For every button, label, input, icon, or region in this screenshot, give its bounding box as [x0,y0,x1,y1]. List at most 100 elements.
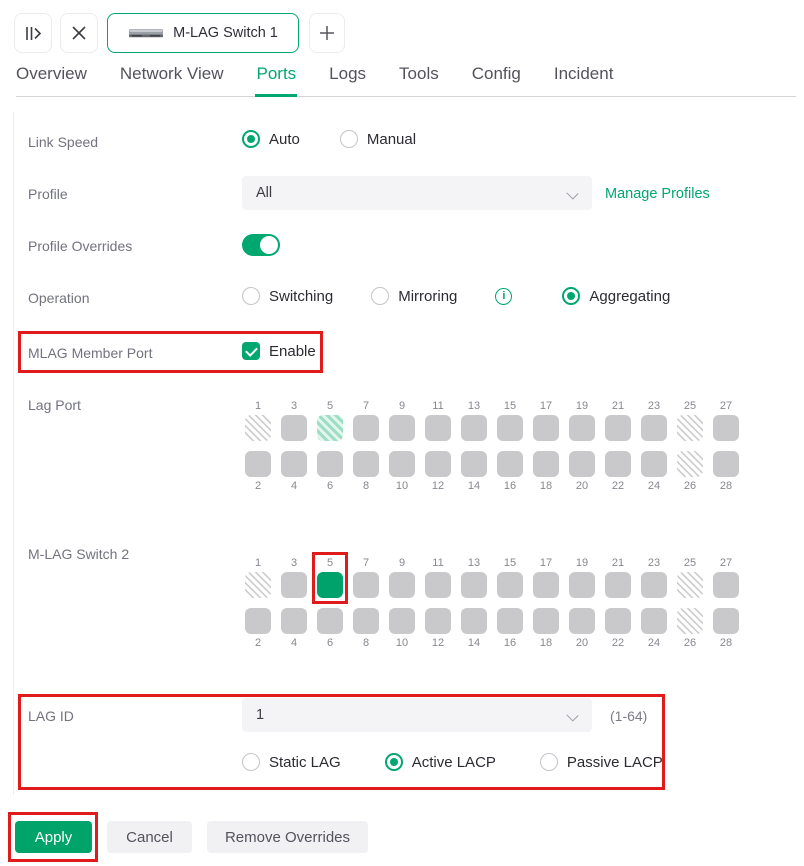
port-cell-3[interactable] [281,415,307,441]
port-cell-21[interactable] [605,415,631,441]
lag-id-select[interactable]: 1 [242,698,592,732]
port-cell-25[interactable] [677,415,703,441]
port-cell-27[interactable] [713,572,739,598]
radio-active-lacp[interactable]: Active LACP [385,753,496,771]
port-cell-5[interactable] [317,415,343,441]
radio-static-lag[interactable]: Static LAG [242,753,341,771]
device-tab[interactable]: M-LAG Switch 1 [107,13,299,53]
port-column: 78 [353,400,379,492]
mlag-enable-checkbox-option[interactable]: Enable [242,342,316,360]
collapse-sidebar-button[interactable] [14,13,52,53]
port-cell-10[interactable] [389,451,415,477]
port-cell-1[interactable] [245,572,271,598]
port-number-label: 5 [327,400,333,412]
port-cell-18[interactable] [533,451,559,477]
port-cell-22[interactable] [605,451,631,477]
port-cell-28[interactable] [713,451,739,477]
close-tab-button[interactable] [60,13,98,53]
port-cell-9[interactable] [389,572,415,598]
port-number-label: 26 [684,480,696,492]
port-number-label: 2 [255,480,261,492]
port-cell-23[interactable] [641,572,667,598]
tab-tools[interactable]: Tools [399,64,439,84]
port-cell-14[interactable] [461,451,487,477]
port-cell-10[interactable] [389,608,415,634]
port-cell-18[interactable] [533,608,559,634]
profile-overrides-toggle[interactable] [242,234,280,256]
port-cell-15[interactable] [497,572,523,598]
radio-auto[interactable]: Auto [242,130,300,148]
port-cell-20[interactable] [569,608,595,634]
port-cell-4[interactable] [281,451,307,477]
port-cell-22[interactable] [605,608,631,634]
port-cell-8[interactable] [353,451,379,477]
port-cell-2[interactable] [245,451,271,477]
port-cell-11[interactable] [425,415,451,441]
port-cell-17[interactable] [533,415,559,441]
port-cell-12[interactable] [425,608,451,634]
port-cell-2[interactable] [245,608,271,634]
port-cell-25[interactable] [677,572,703,598]
port-cell-26[interactable] [677,451,703,477]
port-cell-3[interactable] [281,572,307,598]
port-cell-19[interactable] [569,572,595,598]
port-cell-6[interactable] [317,451,343,477]
port-cell-23[interactable] [641,415,667,441]
port-cell-8[interactable] [353,608,379,634]
port-cell-7[interactable] [353,572,379,598]
remove-overrides-button[interactable]: Remove Overrides [207,821,368,853]
sidebar-collapse-icon [25,26,42,41]
tab-ports[interactable]: Ports [256,64,296,84]
operation-label: Operation [28,290,89,306]
radio-static-lag-label: Static LAG [269,754,341,771]
radio-passive-lacp[interactable]: Passive LACP [540,753,663,771]
port-cell-17[interactable] [533,572,559,598]
apply-button[interactable]: Apply [15,821,92,853]
port-cell-26[interactable] [677,608,703,634]
port-cell-24[interactable] [641,608,667,634]
port-cell-12[interactable] [425,451,451,477]
add-tab-button[interactable] [309,13,345,53]
port-cell-21[interactable] [605,572,631,598]
port-cell-28[interactable] [713,608,739,634]
profile-select[interactable]: All [242,176,592,210]
port-cell-11[interactable] [425,572,451,598]
tab-network-view[interactable]: Network View [120,64,224,84]
lag-id-label: LAG ID [28,708,74,724]
port-cell-19[interactable] [569,415,595,441]
mlag-switch2-grid: 1234567891011121314151617181920212223242… [245,557,739,649]
port-cell-15[interactable] [497,415,523,441]
tab-overview[interactable]: Overview [16,64,87,84]
port-number-label: 19 [576,400,588,412]
port-number-label: 17 [540,400,552,412]
port-cell-9[interactable] [389,415,415,441]
mirroring-info-icon[interactable]: i [495,288,512,305]
port-cell-1[interactable] [245,415,271,441]
port-cell-16[interactable] [497,608,523,634]
radio-manual[interactable]: Manual [340,130,416,148]
radio-passive-lacp-label: Passive LACP [567,754,663,771]
radio-aggregating[interactable]: Aggregating [562,287,670,305]
tab-logs[interactable]: Logs [329,64,366,84]
port-cell-20[interactable] [569,451,595,477]
radio-mirroring-icon [371,287,389,305]
port-cell-13[interactable] [461,415,487,441]
port-cell-27[interactable] [713,415,739,441]
port-cell-14[interactable] [461,608,487,634]
radio-mirroring[interactable]: Mirroring [371,287,457,305]
cancel-button[interactable]: Cancel [107,821,192,853]
port-cell-6[interactable] [317,608,343,634]
link-speed-label: Link Speed [28,134,98,150]
radio-switching[interactable]: Switching [242,287,333,305]
port-cell-4[interactable] [281,608,307,634]
port-cell-13[interactable] [461,572,487,598]
port-number-label: 22 [612,637,624,649]
port-cell-16[interactable] [497,451,523,477]
port-cell-24[interactable] [641,451,667,477]
port-cell-5[interactable] [317,572,343,598]
tab-config[interactable]: Config [472,64,521,84]
tab-incident[interactable]: Incident [554,64,614,84]
port-cell-7[interactable] [353,415,379,441]
manage-profiles-link[interactable]: Manage Profiles [605,186,710,202]
port-column: 1920 [569,557,595,649]
